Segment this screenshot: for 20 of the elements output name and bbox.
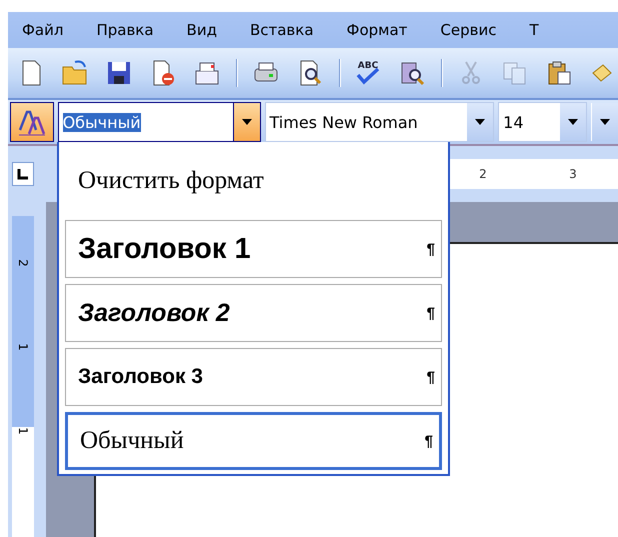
ruler-number: 1 bbox=[16, 427, 30, 435]
style-option[interactable]: Обычный ¶ bbox=[65, 412, 442, 470]
style-option[interactable]: Заголовок 2 ¶ bbox=[65, 284, 442, 342]
menu-item[interactable]: Т bbox=[529, 21, 539, 39]
ruler-number: 2 bbox=[16, 259, 30, 267]
ruler-number: 3 bbox=[569, 167, 577, 181]
font-size-box[interactable]: 14 bbox=[498, 102, 588, 142]
menu-item[interactable]: Правка bbox=[96, 21, 154, 39]
menu-item[interactable]: Вставка bbox=[250, 21, 314, 39]
ruler-number: 1 bbox=[16, 343, 30, 351]
menu-item[interactable]: Вид bbox=[186, 21, 217, 39]
menu-item[interactable]: Файл bbox=[22, 21, 64, 39]
font-box[interactable]: Times New Roman bbox=[264, 102, 494, 142]
ruler-number: 2 bbox=[479, 167, 487, 181]
style-option[interactable]: Очистить формат bbox=[65, 148, 442, 214]
style-option[interactable]: Заголовок 3 ¶ bbox=[65, 348, 442, 406]
menu-item[interactable]: Формат bbox=[346, 21, 408, 39]
style-box[interactable]: Обычный bbox=[58, 102, 261, 142]
menu-item[interactable]: Сервис bbox=[440, 21, 496, 39]
style-option[interactable]: Заголовок 1 ¶ bbox=[65, 220, 442, 278]
